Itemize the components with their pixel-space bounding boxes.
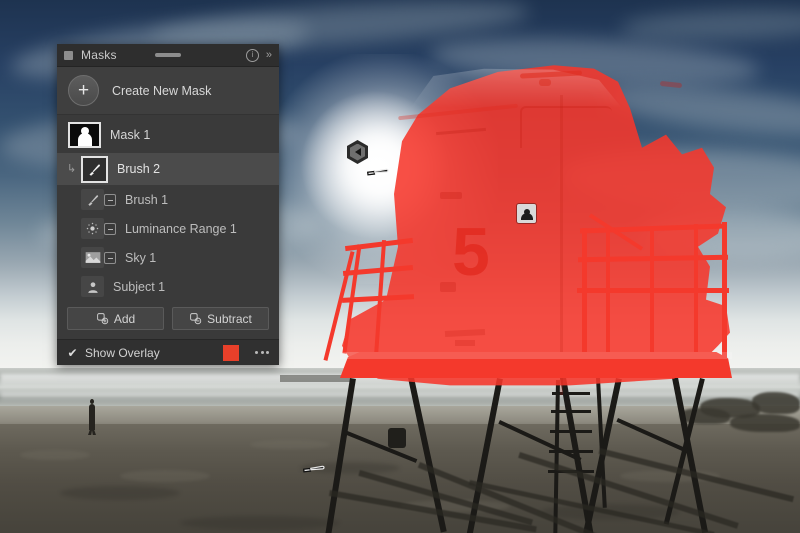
subject-silhouette-thumbnail bbox=[68, 122, 101, 148]
subtract-badge-icon bbox=[104, 194, 116, 206]
mask-list-item-label: Brush 1 bbox=[125, 192, 169, 207]
subtract-badge-icon bbox=[104, 252, 116, 264]
subject-pin[interactable] bbox=[517, 204, 536, 223]
add-shape-icon bbox=[96, 313, 109, 325]
create-new-mask-button[interactable]: + Create New Mask bbox=[57, 67, 279, 115]
subject-icon bbox=[81, 276, 104, 297]
subject-person-icon[interactable] bbox=[517, 204, 536, 223]
brush-icon bbox=[81, 189, 116, 210]
mask-list-item-label: Mask 1 bbox=[110, 128, 151, 142]
add-button[interactable]: Add bbox=[67, 307, 164, 330]
mask-list-item-label: Luminance Range 1 bbox=[125, 221, 237, 236]
mask-list-item-sky-1[interactable]: Sky 1 bbox=[57, 243, 279, 272]
mask-list-item-label: Subject 1 bbox=[113, 279, 166, 294]
luminance-range-icon bbox=[81, 218, 116, 239]
tower-number: 5 bbox=[452, 214, 490, 290]
mask-list-item-luminance-range-1[interactable]: Luminance Range 1 bbox=[57, 214, 279, 243]
overlay-color-swatch[interactable] bbox=[223, 344, 239, 361]
chevron-double-right-icon[interactable]: » bbox=[266, 49, 272, 61]
show-overlay-checkbox[interactable]: ✔ bbox=[67, 347, 78, 359]
mask-list: Mask 1 ↳ Brush 2 Brush 1 Luminance Range… bbox=[57, 115, 279, 301]
add-subtract-buttons: Add Subtract bbox=[57, 301, 279, 339]
masks-panel[interactable]: Masks i » + Create New Mask Mask 1 ↳ Bru… bbox=[57, 44, 279, 365]
plus-icon[interactable]: + bbox=[68, 75, 99, 106]
mask-list-item-brush-2[interactable]: ↳ Brush 2 bbox=[57, 153, 279, 185]
mask-list-item-mask-1[interactable]: Mask 1 bbox=[57, 117, 279, 153]
panel-square-icon bbox=[64, 50, 73, 60]
mask-list-item-subject-1[interactable]: Subject 1 bbox=[57, 272, 279, 301]
subtract-button[interactable]: Subtract bbox=[172, 307, 269, 330]
hexagon-arrow-icon[interactable] bbox=[347, 140, 368, 164]
panel-header[interactable]: Masks i » bbox=[57, 44, 279, 67]
subtract-badge-icon bbox=[104, 223, 116, 235]
child-arrow-icon: ↳ bbox=[67, 163, 77, 175]
mask-list-item-brush-1[interactable]: Brush 1 bbox=[57, 185, 279, 214]
screenshot-root: 5 Masks i » + Create New Mask Mask 1 ↳ B… bbox=[0, 0, 800, 533]
subtract-shape-icon bbox=[190, 313, 202, 325]
edit-pin[interactable] bbox=[347, 140, 368, 164]
show-overlay-label: Show Overlay bbox=[85, 345, 160, 360]
create-new-mask-label: Create New Mask bbox=[112, 83, 212, 98]
more-options-icon[interactable] bbox=[255, 351, 269, 354]
subtract-button-label: Subtract bbox=[207, 311, 252, 326]
drag-grabber-icon[interactable] bbox=[155, 53, 181, 57]
info-icon[interactable]: i bbox=[245, 48, 259, 62]
mask-list-item-label: Sky 1 bbox=[125, 250, 157, 265]
show-overlay-row[interactable]: ✔ Show Overlay bbox=[57, 339, 279, 365]
panel-title: Masks bbox=[81, 48, 117, 62]
mask-list-item-label: Brush 2 bbox=[117, 162, 161, 176]
sky-icon bbox=[81, 247, 116, 268]
brush-icon bbox=[81, 155, 108, 183]
add-button-label: Add bbox=[113, 311, 136, 326]
